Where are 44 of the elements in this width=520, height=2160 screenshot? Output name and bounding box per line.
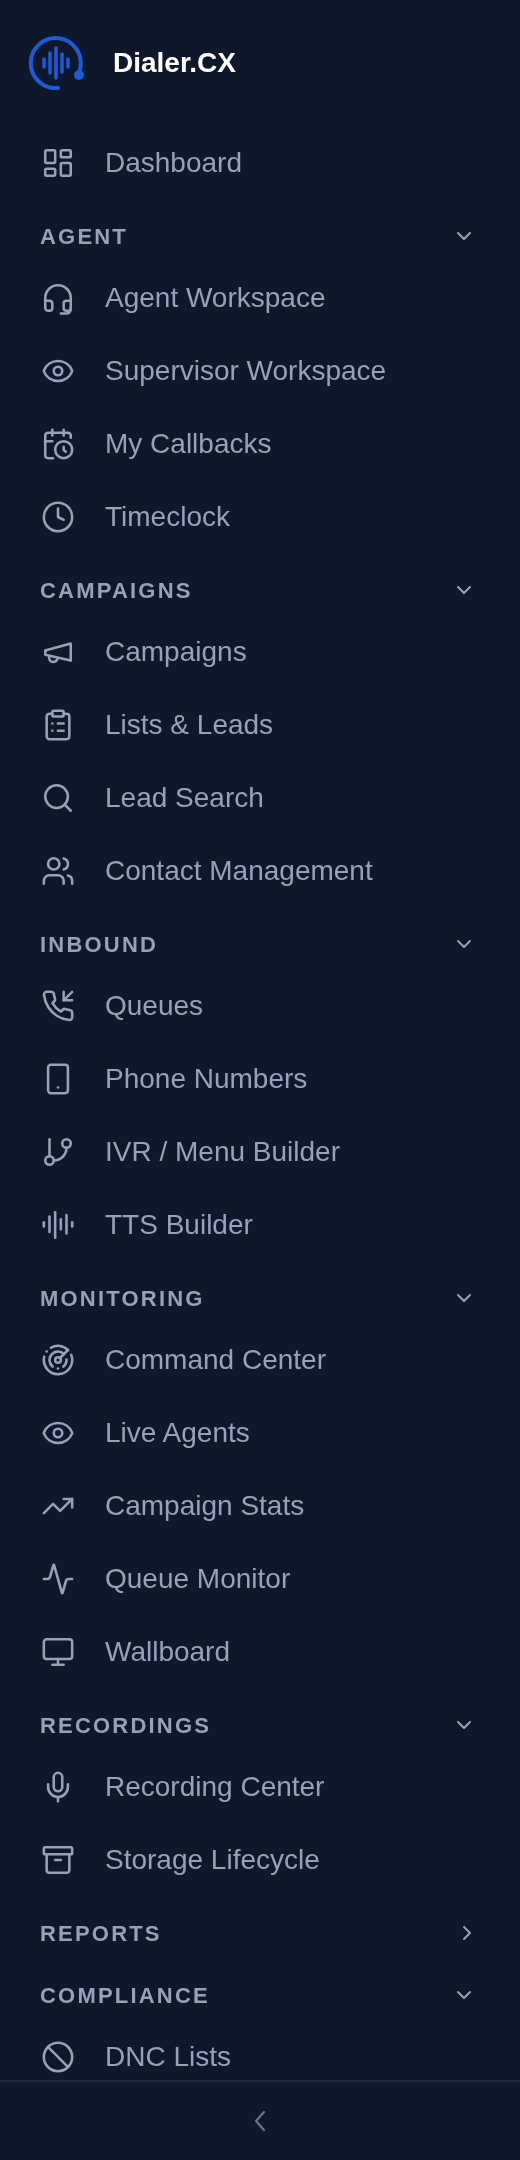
nav-item[interactable]: Campaign Stats	[0, 1469, 520, 1542]
app-name: Dialer.CX	[113, 46, 236, 80]
nav-item[interactable]: Command Center	[0, 1323, 520, 1396]
ban-icon	[41, 2039, 75, 2074]
nav-item[interactable]: Live Agents	[0, 1396, 520, 1469]
section-header[interactable]: RECORDINGS	[0, 1700, 520, 1750]
nav-item[interactable]: IVR / Menu Builder	[0, 1115, 520, 1188]
chevron-down-icon	[456, 1990, 472, 2000]
nav-item[interactable]: Lists & Leads	[0, 688, 520, 761]
nav-item[interactable]: TTS Builder	[0, 1188, 520, 1261]
section-header[interactable]: INBOUND	[0, 919, 520, 969]
chevron-down-icon	[456, 939, 472, 949]
nav-item[interactable]: Lead Search	[0, 761, 520, 834]
chevron-down-icon	[456, 585, 472, 595]
phone-incoming-icon	[41, 988, 75, 1023]
section-header[interactable]: MONITORING	[0, 1273, 520, 1323]
calendar-clock-icon	[41, 426, 75, 461]
nav-item[interactable]: Contact Management	[0, 834, 520, 907]
chevron-right-icon	[462, 1925, 472, 1941]
nav-item[interactable]: Phone Numbers	[0, 1042, 520, 1115]
nav-item[interactable]: Supervisor Workspace	[0, 334, 520, 407]
logo-icon	[28, 35, 84, 91]
section-header[interactable]: COMPLIANCE	[0, 1970, 520, 2020]
nav-item[interactable]: Campaigns	[0, 615, 520, 688]
radar-icon	[41, 1342, 75, 1377]
section-header[interactable]: CAMPAIGNS	[0, 565, 520, 615]
nav-item[interactable]: Storage Lifecycle	[0, 1823, 520, 1896]
nav-item[interactable]: Recording Center	[0, 1750, 520, 1823]
section-header[interactable]: REPORTS	[0, 1908, 520, 1958]
activity-icon	[41, 1561, 75, 1596]
nav-item[interactable]: Wallboard	[0, 1615, 520, 1688]
nav-item[interactable]: Agent Workspace	[0, 261, 520, 334]
chevron-down-icon	[456, 231, 472, 241]
chevron-down-icon	[456, 1720, 472, 1730]
nav-item[interactable]: Dashboard	[0, 126, 520, 199]
nav-item[interactable]: Timeclock	[0, 480, 520, 553]
section-header[interactable]: AGENT	[0, 211, 520, 261]
nav-item[interactable]: My Callbacks	[0, 407, 520, 480]
clock-icon	[41, 499, 75, 534]
nav-item[interactable]: Queue Monitor	[0, 1542, 520, 1615]
chevron-left-icon	[252, 2110, 268, 2132]
nav-item[interactable]: Queues	[0, 969, 520, 1042]
nav-item[interactable]: DNC Lists	[0, 2020, 520, 2080]
chevron-down-icon	[456, 1293, 472, 1303]
